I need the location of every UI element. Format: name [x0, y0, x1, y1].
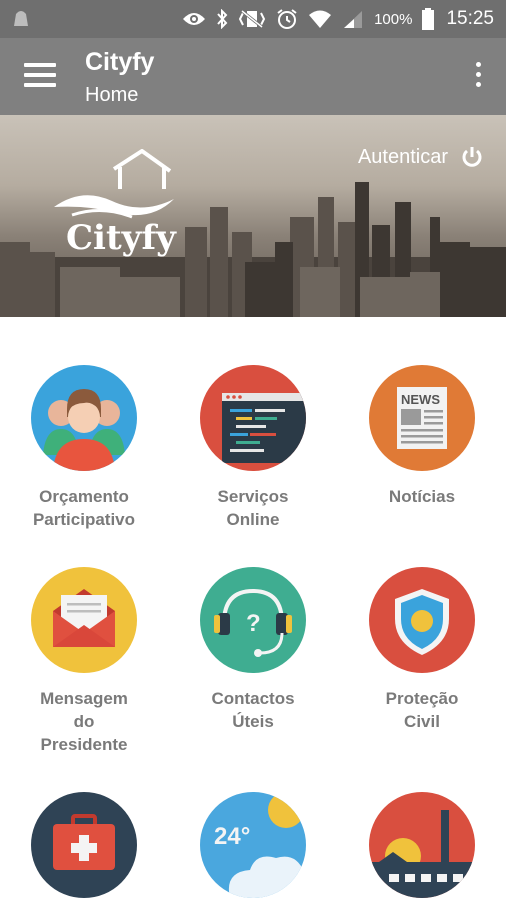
tile-industria[interactable]: [338, 792, 506, 912]
svg-text:NEWS: NEWS: [401, 392, 440, 407]
tile-label: Notícias: [388, 487, 456, 506]
newspaper-icon: NEWS: [369, 365, 475, 471]
code-window-icon: [200, 365, 306, 471]
envelope-icon: [31, 567, 137, 673]
bluetooth-icon: [217, 9, 228, 29]
wifi-icon: [309, 10, 332, 28]
menu-icon[interactable]: [24, 63, 56, 89]
tile-label: Mensagem do Presidente: [40, 689, 128, 754]
app-subtitle: Home: [85, 84, 139, 106]
first-aid-icon: [31, 792, 137, 898]
power-icon: [462, 147, 482, 167]
temperature-label: 24°: [214, 823, 250, 850]
tile-contactos-uteis[interactable]: ? Contactos Úteis: [169, 567, 337, 733]
login-button[interactable]: Autenticar: [358, 145, 484, 169]
signal-icon: [344, 11, 363, 28]
shield-icon: [369, 567, 475, 673]
tile-servicos-online[interactable]: Serviços Online: [169, 365, 337, 531]
battery-icon: [422, 8, 435, 30]
tile-label: Proteção Civil: [385, 689, 459, 731]
tile-mensagem-do-presidente[interactable]: Mensagem do Presidente: [0, 567, 168, 756]
battery-percentage: 100%: [374, 10, 413, 28]
brand-name: Cityfy: [66, 218, 176, 258]
tile-label: Orçamento Participativo: [32, 487, 136, 529]
vibrate-icon: [238, 9, 266, 29]
eye-icon: [183, 13, 206, 25]
headset-icon: ?: [200, 567, 306, 673]
clock: 15:25: [446, 8, 494, 29]
app-bar: Cityfy Home: [0, 38, 506, 115]
header-banner: Cityfy Autenticar: [0, 115, 506, 317]
android-icon: [14, 11, 28, 26]
tile-meteorologia[interactable]: 24°: [169, 792, 337, 912]
tile-orcamento-participativo[interactable]: Orçamento Participativo: [0, 365, 168, 531]
people-icon: [31, 365, 137, 471]
svg-text:?: ?: [246, 610, 261, 637]
tile-saude[interactable]: [0, 792, 168, 912]
more-options-icon[interactable]: [474, 62, 482, 90]
weather-icon: 24°: [200, 792, 306, 898]
status-bar: 100% 15:25: [0, 0, 506, 38]
tile-protecao-civil[interactable]: Proteção Civil: [338, 567, 506, 733]
factory-icon: [369, 792, 475, 898]
tile-label: Contactos Úteis: [211, 689, 295, 731]
tile-noticias[interactable]: NEWS Notícias: [338, 365, 506, 508]
tile-label: Serviços Online: [217, 487, 289, 529]
app-title: Cityfy: [85, 48, 155, 76]
alarm-icon: [277, 9, 297, 29]
login-label: Autenticar: [357, 145, 448, 168]
